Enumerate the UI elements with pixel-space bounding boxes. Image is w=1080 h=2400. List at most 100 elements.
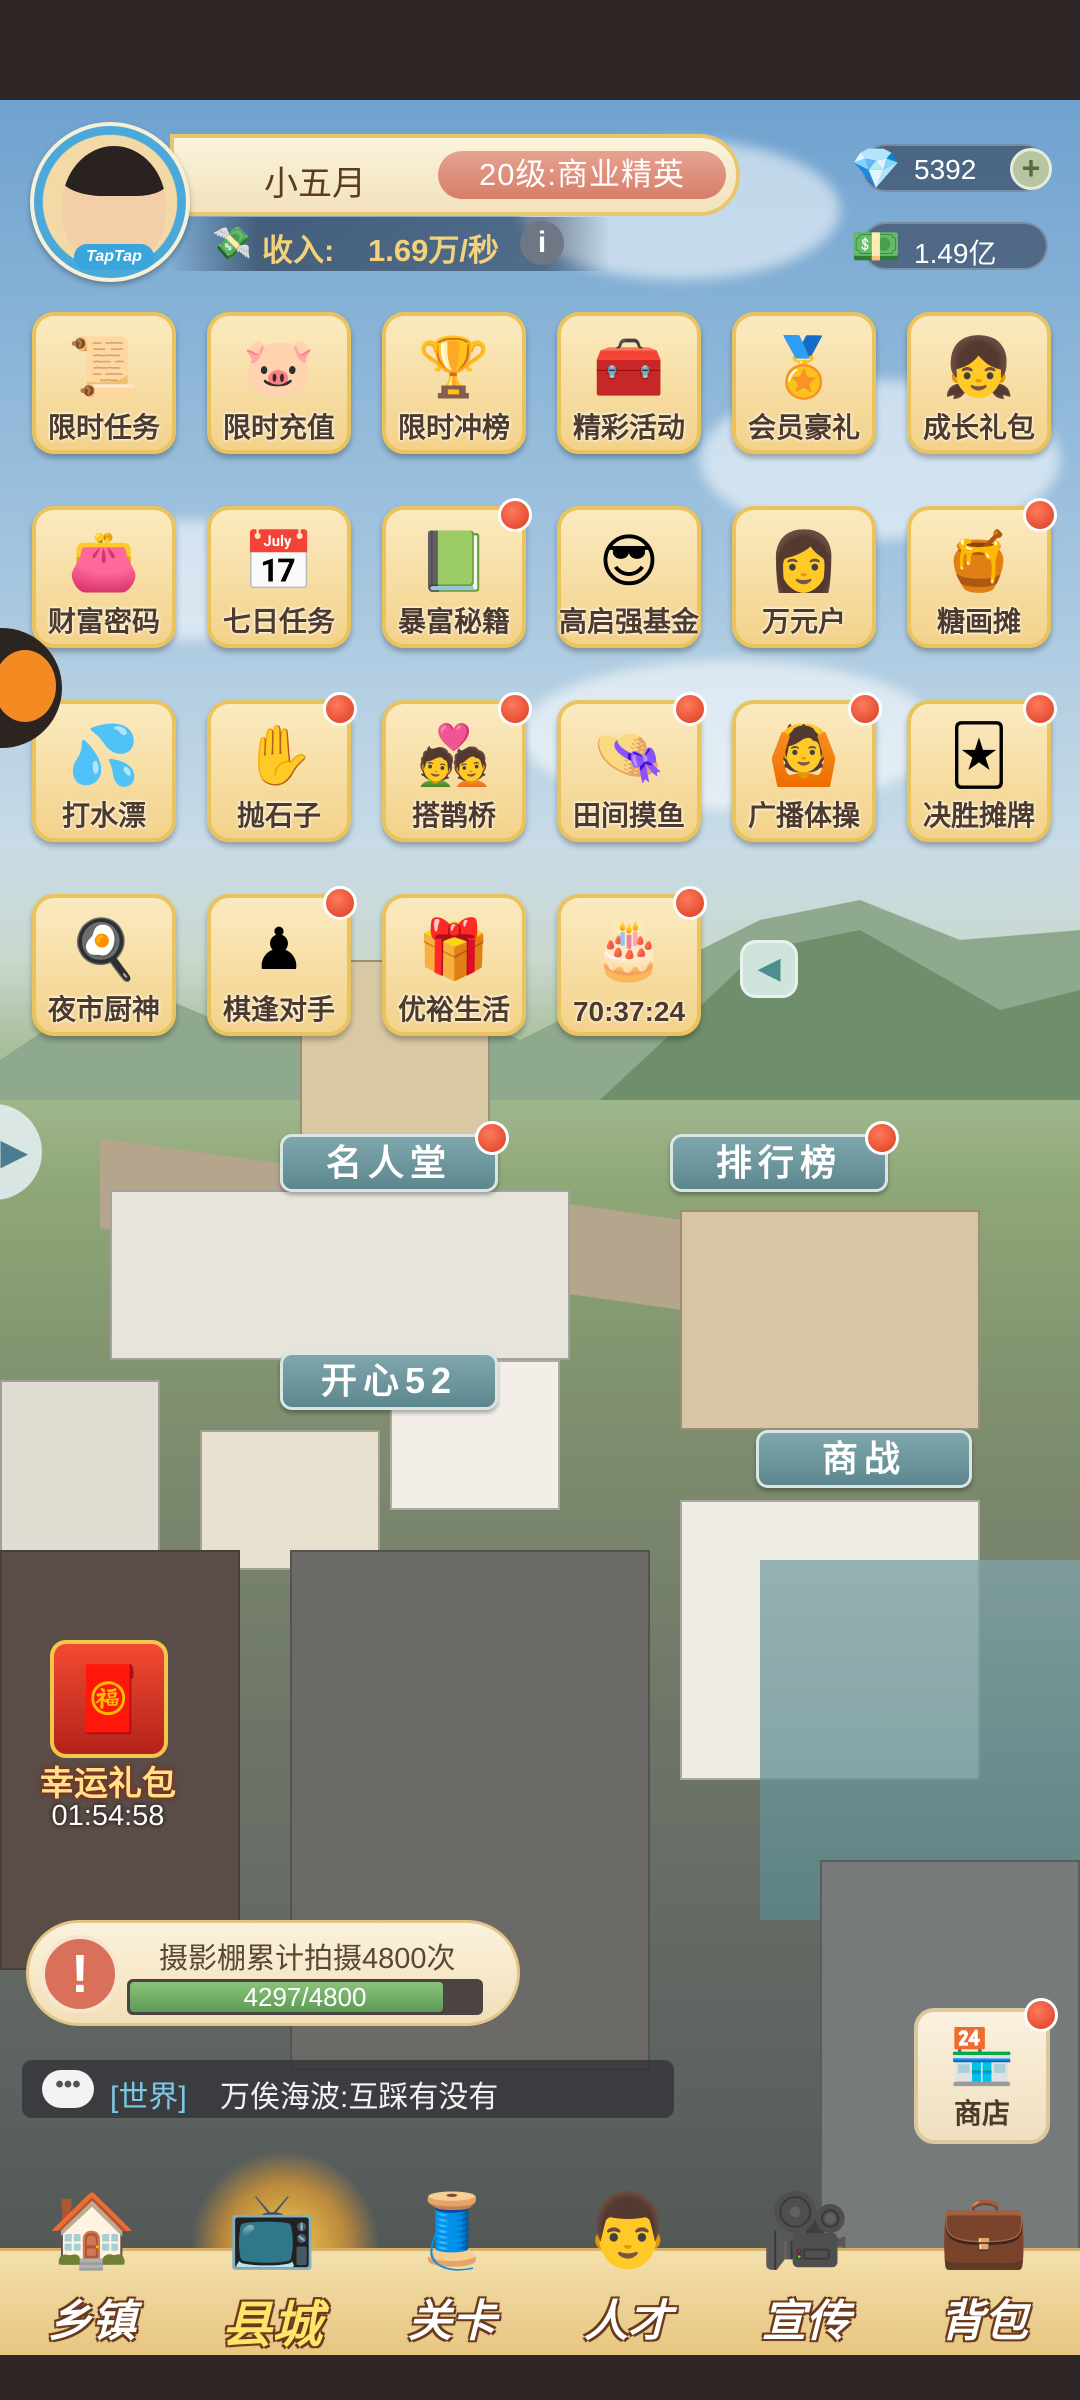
gift-box-icon: 🎁 bbox=[417, 917, 491, 982]
activity-events[interactable]: 🧰 精彩活动 bbox=[557, 312, 701, 454]
notification-dot bbox=[865, 1121, 899, 1155]
system-nav-area bbox=[0, 2355, 1080, 2400]
shop-button[interactable]: 🏪 商店 bbox=[914, 1998, 1058, 2144]
film-projector-icon: 🎥 bbox=[761, 2191, 851, 2271]
player-name-panel[interactable]: 小五月 20级:商业精英 bbox=[170, 134, 740, 216]
wok-icon: 🍳 bbox=[67, 917, 141, 982]
status-bar-area bbox=[0, 0, 1080, 100]
quest-tracker[interactable]: ! 摄影棚累计拍摄4800次 4297/4800 bbox=[26, 1920, 520, 2026]
activity-cake-timer[interactable]: 🎂 70:37:24 bbox=[557, 886, 707, 1036]
activity-toss-stones[interactable]: ✋ 抛石子 bbox=[207, 692, 357, 842]
nav-label: 背包 bbox=[940, 2297, 1028, 2346]
info-icon[interactable]: i bbox=[520, 221, 564, 265]
activity-vip-gift[interactable]: 🏅 会员豪礼 bbox=[732, 312, 876, 454]
activity-showdown[interactable]: 🃏 决胜摊牌 bbox=[907, 692, 1057, 842]
money-counter[interactable]: 💵 1.49亿 bbox=[851, 222, 1048, 270]
backpack-icon: 💼 bbox=[939, 2191, 1029, 2271]
notification-dot bbox=[475, 1121, 509, 1155]
cash-stack-icon: 💵 bbox=[851, 225, 901, 269]
collapse-arrow-button[interactable]: ◀ bbox=[740, 940, 798, 998]
diamond-icon: 💎 bbox=[851, 147, 901, 191]
red-gift-box-icon: 🧧 bbox=[50, 1640, 168, 1758]
sewing-machine-icon: 🧵 bbox=[407, 2191, 497, 2271]
nav-stages[interactable]: 🧵 关卡 bbox=[372, 2181, 532, 2358]
exercise-boy-icon: 🙆 bbox=[767, 723, 841, 788]
activity-label: 棋逢对手 bbox=[222, 994, 335, 1025]
vip-badge-icon: 🏅 bbox=[767, 335, 841, 400]
activity-night-market-chef[interactable]: 🍳 夜市厨神 bbox=[32, 894, 176, 1036]
storefront-icon: 🏪 bbox=[948, 2027, 1016, 2087]
activity-skipping-stones[interactable]: 💦 打水漂 bbox=[32, 700, 176, 842]
nav-label: 县城 bbox=[222, 2297, 322, 2353]
chat-channel: [世界] bbox=[110, 2081, 187, 2114]
leaderboard-label[interactable]: 排行榜 bbox=[670, 1121, 899, 1192]
add-gems-button[interactable]: + bbox=[1010, 148, 1052, 190]
activity-rich-secret[interactable]: 📗 暴富秘籍 bbox=[382, 498, 532, 648]
activity-label: 限时充值 bbox=[222, 412, 335, 443]
activity-magpie-bridge[interactable]: 💑 搭鹊桥 bbox=[382, 692, 532, 842]
cake-icon: 🎂 bbox=[592, 917, 666, 982]
income-label: 收入: bbox=[262, 233, 335, 268]
world-chat-bar[interactable]: ••• [世界] 万俟海波:互踩有没有 bbox=[22, 2060, 674, 2118]
nav-label: 宣传 bbox=[762, 2297, 850, 2346]
activity-fund[interactable]: 😎 高启强基金 bbox=[557, 506, 701, 648]
hall-of-fame-text: 名人堂 bbox=[325, 1142, 452, 1183]
nav-town[interactable]: 🏠 乡镇 bbox=[12, 2181, 172, 2358]
trophy-clock-icon: 🏆 bbox=[417, 335, 491, 400]
couple-bridge-icon: 💑 bbox=[417, 723, 491, 788]
level-badge[interactable]: 20级:商业精英 bbox=[438, 151, 726, 199]
activity-sugar-painting[interactable]: 🍯 糖画摊 bbox=[907, 498, 1057, 648]
notification-dot bbox=[848, 692, 882, 726]
activity-wealth-code[interactable]: 👛 财富密码 bbox=[32, 506, 176, 648]
activity-label: 决胜摊牌 bbox=[922, 800, 1035, 831]
lucky-gift-pack[interactable]: 🧧 幸运礼包 01:54:58 bbox=[28, 1640, 178, 1860]
activity-label: 搭鹊桥 bbox=[411, 800, 496, 831]
activity-label: 限时冲榜 bbox=[397, 412, 510, 443]
activity-limited-ranking[interactable]: 🏆 限时冲榜 bbox=[382, 312, 526, 454]
activity-chess-rival[interactable]: ♟ 棋逢对手 bbox=[207, 886, 357, 1036]
water-splash-icon: 💦 bbox=[67, 723, 141, 788]
activity-wanyuanhu[interactable]: 👩 万元户 bbox=[732, 506, 876, 648]
exclamation-icon: ! bbox=[41, 1935, 119, 2013]
business-war-label[interactable]: 商战 bbox=[756, 1430, 972, 1488]
income-panel: 💸 收入: 1.69万/秒 i bbox=[170, 217, 610, 271]
activity-limited-recharge[interactable]: 🐷 限时充值 bbox=[207, 312, 351, 454]
activity-label: 优裕生活 bbox=[397, 994, 510, 1025]
activity-label: 暴富秘籍 bbox=[397, 606, 510, 637]
nav-label: 关卡 bbox=[408, 2297, 496, 2346]
activity-field-fishing[interactable]: 👒 田间摸鱼 bbox=[557, 692, 707, 842]
girl-portrait-icon: 👧 bbox=[942, 335, 1016, 400]
nav-talent[interactable]: 👨 人才 bbox=[548, 2181, 708, 2358]
treasure-chest-icon: 🧰 bbox=[592, 335, 666, 400]
notification-dot bbox=[673, 886, 707, 920]
hall-of-fame-building bbox=[110, 1190, 570, 1360]
activity-prosperous-life[interactable]: 🎁 优裕生活 bbox=[382, 894, 526, 1036]
stones-hand-icon: ✋ bbox=[242, 723, 316, 788]
activity-label: 糖画摊 bbox=[936, 606, 1021, 637]
nav-promotion[interactable]: 🎥 宣传 bbox=[726, 2181, 886, 2358]
gem-value: 5392 bbox=[914, 154, 977, 185]
happy52-label[interactable]: 开心52 bbox=[280, 1352, 498, 1410]
shop-label: 商店 bbox=[953, 2098, 1010, 2129]
notification-dot bbox=[1024, 1998, 1058, 2032]
happy52-text: 开心52 bbox=[320, 1360, 458, 1401]
quest-progress-bar: 4297/4800 bbox=[127, 1979, 483, 2015]
quest-progress-text: 4297/4800 bbox=[243, 1982, 367, 2012]
chat-bubble-icon: ••• bbox=[42, 2070, 94, 2108]
activity-radio-exercise[interactable]: 🙆 广播体操 bbox=[732, 692, 882, 842]
activity-seven-day[interactable]: 📅 七日任务 bbox=[207, 506, 351, 648]
nav-county[interactable]: 📺 县城 bbox=[192, 2181, 352, 2358]
activity-limited-task[interactable]: 📜 限时任务 bbox=[32, 312, 176, 454]
notification-dot bbox=[673, 692, 707, 726]
nav-label: 人才 bbox=[584, 2297, 672, 2346]
activity-label: 田间摸鱼 bbox=[572, 800, 685, 831]
gem-counter[interactable]: 💎 5392 + bbox=[851, 144, 1052, 192]
grocery-store bbox=[200, 1430, 380, 1570]
income-value: 1.69万/秒 bbox=[368, 233, 499, 268]
avatar[interactable]: TapTap bbox=[30, 122, 190, 282]
leaderboard-building bbox=[680, 1210, 980, 1430]
hall-of-fame-label[interactable]: 名人堂 bbox=[280, 1121, 509, 1192]
talent-man-icon: 👨 bbox=[583, 2191, 673, 2271]
activity-growth-pack[interactable]: 👧 成长礼包 bbox=[907, 312, 1051, 454]
nav-backpack[interactable]: 💼 背包 bbox=[904, 2181, 1064, 2358]
